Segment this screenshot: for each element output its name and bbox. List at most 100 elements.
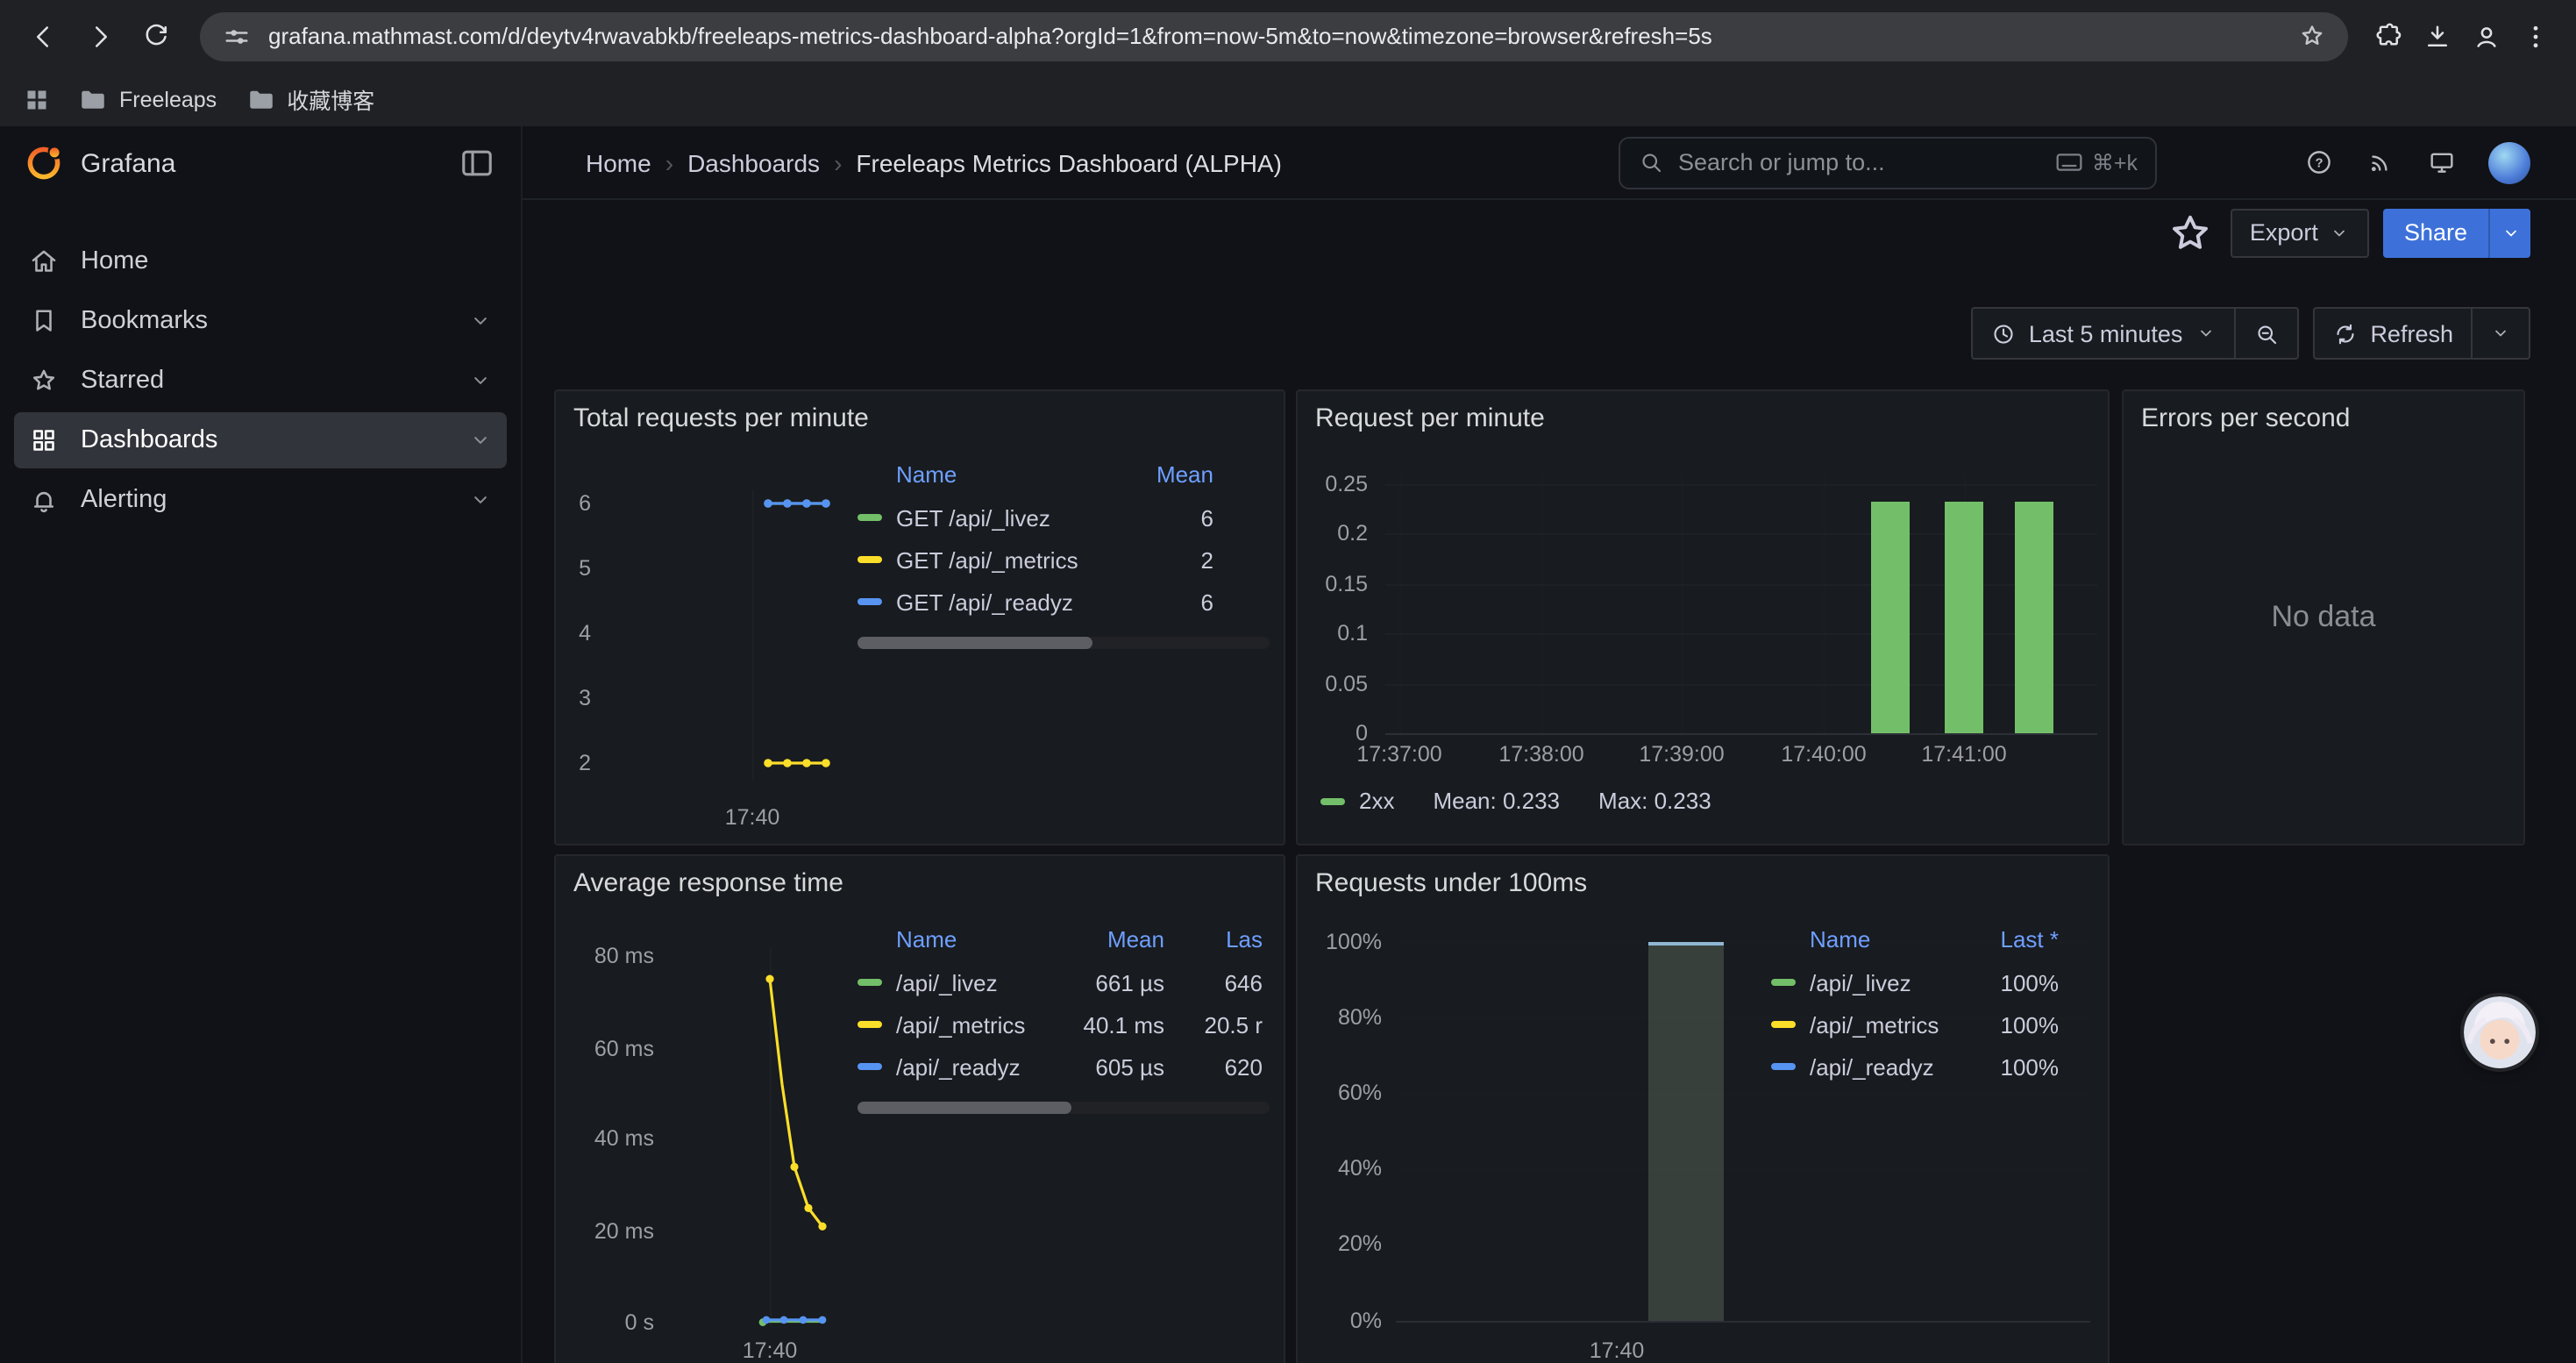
- display-icon[interactable]: [2427, 147, 2457, 177]
- refresh-button[interactable]: Refresh: [2312, 307, 2473, 360]
- breadcrumb-item[interactable]: Home: [586, 148, 651, 176]
- scrollbar-thumb[interactable]: [857, 1102, 1071, 1114]
- forward-button[interactable]: [74, 10, 126, 62]
- bar-2xx[interactable]: [2015, 501, 2053, 733]
- breadcrumb: Home›Dashboards›Freeleaps Metrics Dashbo…: [586, 148, 1282, 176]
- panel-title[interactable]: Total requests per minute: [573, 403, 869, 433]
- svg-text:?: ?: [2315, 156, 2323, 170]
- panel-title[interactable]: Errors per second: [2141, 403, 2350, 433]
- gridline: [1396, 1321, 2090, 1323]
- back-button[interactable]: [18, 10, 70, 62]
- gridline: [1396, 1244, 2090, 1245]
- dashboard-canvas: Last 5 minutes: [523, 265, 2576, 1363]
- legend-series[interactable]: 2xx: [1359, 788, 1394, 814]
- grafana-logo[interactable]: [25, 144, 63, 182]
- axis-tick: 17:39:00: [1639, 742, 1724, 767]
- legend-scrollbar[interactable]: [857, 1102, 1270, 1114]
- zoom-out-button[interactable]: [2235, 307, 2298, 360]
- site-info-icon[interactable]: [221, 20, 253, 52]
- browser-menu-icon[interactable]: [2520, 20, 2551, 52]
- legend-series-name: GET /api/_livez: [896, 504, 1108, 531]
- extensions-icon[interactable]: [2373, 20, 2404, 52]
- favorite-star-icon[interactable]: [2164, 208, 2217, 257]
- legend-row[interactable]: /api/_metrics40.1 ms20.5 r: [857, 1003, 1270, 1045]
- bar-2xx[interactable]: [1945, 501, 1983, 733]
- legend-value: 100%: [1968, 1011, 2059, 1038]
- legend-header-col[interactable]: Mean: [1122, 460, 1213, 487]
- legend-row[interactable]: /api/_readyz100%: [1771, 1045, 2094, 1088]
- panel-title[interactable]: Average response time: [573, 868, 843, 898]
- chevron-down-icon: [468, 309, 493, 333]
- scrollbar-thumb[interactable]: [857, 637, 1092, 649]
- share-dropdown-icon[interactable]: [2488, 208, 2530, 257]
- axis-tick: 3: [579, 686, 591, 710]
- downloads-icon[interactable]: [2422, 20, 2453, 52]
- legend-row[interactable]: GET /api/_readyz6: [857, 581, 1270, 623]
- sidebar-item-home[interactable]: Home: [14, 233, 507, 289]
- sidebar-item-dashboards[interactable]: Dashboards: [14, 412, 507, 468]
- clock-icon: [1990, 320, 2017, 346]
- refresh-interval-dropdown[interactable]: [2473, 307, 2530, 360]
- axis-tick: 60%: [1338, 1081, 1382, 1105]
- gridline: [1385, 534, 2097, 536]
- browser-actions: [2366, 20, 2558, 52]
- breadcrumb-item[interactable]: Dashboards: [687, 148, 820, 176]
- legend-row[interactable]: GET /api/_livez6: [857, 496, 1270, 539]
- legend-series-name: /api/_livez: [1810, 969, 1953, 995]
- axis-tick: 0.05: [1325, 671, 1368, 696]
- chart-plot[interactable]: 0.250.20.150.10.05017:37:0017:38:0017:39…: [1298, 391, 2108, 844]
- dock-menu-icon[interactable]: [458, 144, 496, 182]
- share-button[interactable]: Share: [2383, 208, 2488, 257]
- panel-title[interactable]: Request per minute: [1315, 403, 1545, 433]
- legend-header-col[interactable]: Las: [1178, 925, 1263, 952]
- reload-button[interactable]: [130, 10, 182, 62]
- user-avatar[interactable]: [2488, 141, 2530, 183]
- legend-value: 40.1 ms: [1052, 1011, 1164, 1038]
- legend: NameLast */api/_livez100%/api/_metrics10…: [1771, 919, 2094, 1088]
- axis-tick: 20 ms: [594, 1219, 654, 1244]
- legend-row[interactable]: /api/_metrics100%: [1771, 1003, 2094, 1045]
- legend-row[interactable]: /api/_livez661 µs646: [857, 961, 1270, 1003]
- legend-mean: Mean: 0.233: [1433, 788, 1560, 814]
- axis-tick: 17:40: [743, 1338, 798, 1363]
- bar-under-100ms[interactable]: [1648, 942, 1724, 1321]
- legend-header-name[interactable]: Name: [896, 925, 1038, 952]
- legend-value: 100%: [1968, 1053, 2059, 1080]
- gridline: [1682, 475, 1683, 733]
- help-icon[interactable]: ?: [2304, 147, 2334, 177]
- legend-value: 100%: [1968, 969, 2059, 995]
- bookmark-star-icon[interactable]: [2297, 21, 2327, 51]
- legend-row[interactable]: GET /api/_metrics2: [857, 539, 1270, 581]
- bookmark-item[interactable]: 收藏博客: [245, 82, 374, 116]
- legend-scrollbar[interactable]: [857, 637, 1270, 649]
- bookmark-item[interactable]: Freeleaps: [77, 82, 217, 116]
- browser-toolbar: grafana.mathmast.com/d/deytv4rwavabkb/fr…: [0, 0, 2576, 72]
- series-color-glyph: [857, 979, 882, 986]
- news-rss-icon[interactable]: [2366, 147, 2395, 177]
- legend-header-name[interactable]: Name: [1810, 925, 1953, 952]
- export-button[interactable]: Export: [2231, 208, 2369, 257]
- folder-icon: [77, 83, 109, 115]
- series-color-glyph: [857, 514, 882, 521]
- legend-row[interactable]: /api/_livez 100%: [1771, 961, 2094, 1003]
- address-bar[interactable]: grafana.mathmast.com/d/deytv4rwavabkb/fr…: [200, 11, 2348, 61]
- axis-tick: 80 ms: [594, 944, 654, 968]
- legend-header-col[interactable]: Last *: [1968, 925, 2059, 952]
- sidebar-menu: HomeBookmarksStarredDashboardsAlerting: [0, 200, 521, 530]
- time-range-picker[interactable]: Last 5 minutes: [1971, 307, 2236, 360]
- axis-tick: 4: [579, 621, 591, 646]
- apps-grid-icon[interactable]: [21, 83, 53, 115]
- assistant-avatar[interactable]: [2464, 996, 2536, 1068]
- panel-title[interactable]: Requests under 100ms: [1315, 868, 1587, 898]
- sidebar-item-bookmarks[interactable]: Bookmarks: [14, 293, 507, 349]
- sidebar-item-starred[interactable]: Starred: [14, 353, 507, 409]
- search-input[interactable]: Search or jump to... ⌘+k: [1619, 136, 2157, 189]
- gridline: [1385, 584, 2097, 586]
- legend-value: 646: [1178, 969, 1263, 995]
- sidebar-item-alerting[interactable]: Alerting: [14, 472, 507, 528]
- profile-icon[interactable]: [2471, 20, 2502, 52]
- legend-header-col[interactable]: Mean: [1052, 925, 1164, 952]
- legend-header-name[interactable]: Name: [896, 460, 1108, 487]
- legend-row[interactable]: /api/_readyz605 µs620: [857, 1045, 1270, 1088]
- bar-2xx[interactable]: [1871, 501, 1910, 733]
